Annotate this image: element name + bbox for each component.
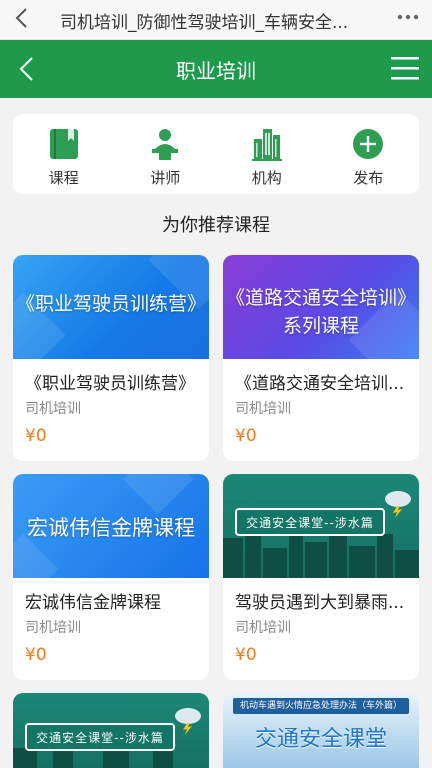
course-card[interactable]: 《道路交通安全培训》 系列课程 《道路交通安全培训... 司机培训 ¥0 <box>223 255 419 461</box>
course-banner: 宏诚伟信金牌课程 <box>13 474 209 578</box>
building-icon <box>249 126 285 162</box>
section-title: 为你推荐课程 <box>162 215 270 236</box>
course-category: 司机培训 <box>25 620 81 636</box>
course-price: ¥0 <box>25 645 47 665</box>
back-arrow-icon[interactable] <box>8 4 34 32</box>
banner-text: 交通安全课堂--涉水篇 <box>25 723 175 751</box>
course-price: ¥0 <box>235 426 257 446</box>
course-price: ¥0 <box>235 645 257 665</box>
course-title: 《道路交通安全培训... <box>235 374 405 394</box>
course-title: 宏诚伟信金牌课程 <box>25 593 161 613</box>
course-card[interactable]: 宏诚伟信金牌课程 宏诚伟信金牌课程 司机培训 ¥0 <box>13 474 209 680</box>
banner-subtext: 系列课程 <box>282 315 359 337</box>
course-card[interactable]: 交通安全课堂--涉水篇 驾驶员遇到大到暴雨... 司机培训 ¥0 <box>223 474 419 680</box>
storm-cloud-icon <box>173 705 203 735</box>
webview-topbar: 司机培训_防御性驾驶培训_车辆安全... <box>0 0 432 40</box>
quick-nav: 课程 讲师 机构 发布 <box>13 114 419 194</box>
menu-icon[interactable] <box>390 54 420 82</box>
course-category: 司机培训 <box>235 620 291 636</box>
nav-institutions-label: 机构 <box>251 169 282 187</box>
nav-lecturers-label: 讲师 <box>150 169 181 187</box>
course-banner: 机动车遇到火情应急处理办法（车外篇） 交通安全课堂 <box>223 693 419 768</box>
course-banner: 交通安全课堂--涉水篇 <box>13 693 209 768</box>
course-banner: 《职业驾驶员训练营》 <box>13 255 209 359</box>
plus-circle-icon <box>350 126 386 162</box>
webview-title: 司机培训_防御性驾驶培训_车辆安全... <box>60 13 349 33</box>
banner-text: 交通安全课堂 <box>254 727 387 752</box>
nav-lecturers[interactable]: 讲师 <box>115 114 217 194</box>
course-title: 驾驶员遇到大到暴雨... <box>235 593 405 613</box>
more-options-icon[interactable] <box>394 6 422 28</box>
course-card[interactable]: 机动车遇到火情应急处理办法（车外篇） 交通安全课堂 <box>223 693 419 768</box>
nav-institutions[interactable]: 机构 <box>216 114 318 194</box>
course-price: ¥0 <box>25 426 47 446</box>
nav-courses-label: 课程 <box>48 169 79 187</box>
course-banner: 《道路交通安全培训》 系列课程 <box>223 255 419 359</box>
course-category: 司机培训 <box>25 401 81 417</box>
page-header: 职业培训 <box>0 40 432 98</box>
book-icon <box>46 126 82 162</box>
course-category: 司机培训 <box>235 401 291 417</box>
page-title: 职业培训 <box>176 59 256 83</box>
lecturer-icon <box>147 126 183 162</box>
storm-cloud-icon <box>383 488 413 518</box>
course-card[interactable]: 交通安全课堂--涉水篇 <box>13 693 209 768</box>
banner-text: 交通安全课堂--涉水篇 <box>235 508 385 536</box>
banner-text: 宏诚伟信金牌课程 <box>27 516 195 540</box>
nav-publish-label: 发布 <box>353 169 384 187</box>
banner-top-text: 机动车遇到火情应急处理办法（车外篇） <box>233 698 409 714</box>
course-card[interactable]: 《职业驾驶员训练营》 《职业驾驶员训练营》 司机培训 ¥0 <box>13 255 209 461</box>
course-title: 《职业驾驶员训练营》 <box>25 374 195 394</box>
nav-courses[interactable]: 课程 <box>13 114 115 194</box>
course-banner: 交通安全课堂--涉水篇 <box>223 474 419 578</box>
banner-text: 《道路交通安全培训》 <box>225 287 416 309</box>
nav-publish[interactable]: 发布 <box>318 114 420 194</box>
banner-text: 《职业驾驶员训练营》 <box>15 293 206 315</box>
